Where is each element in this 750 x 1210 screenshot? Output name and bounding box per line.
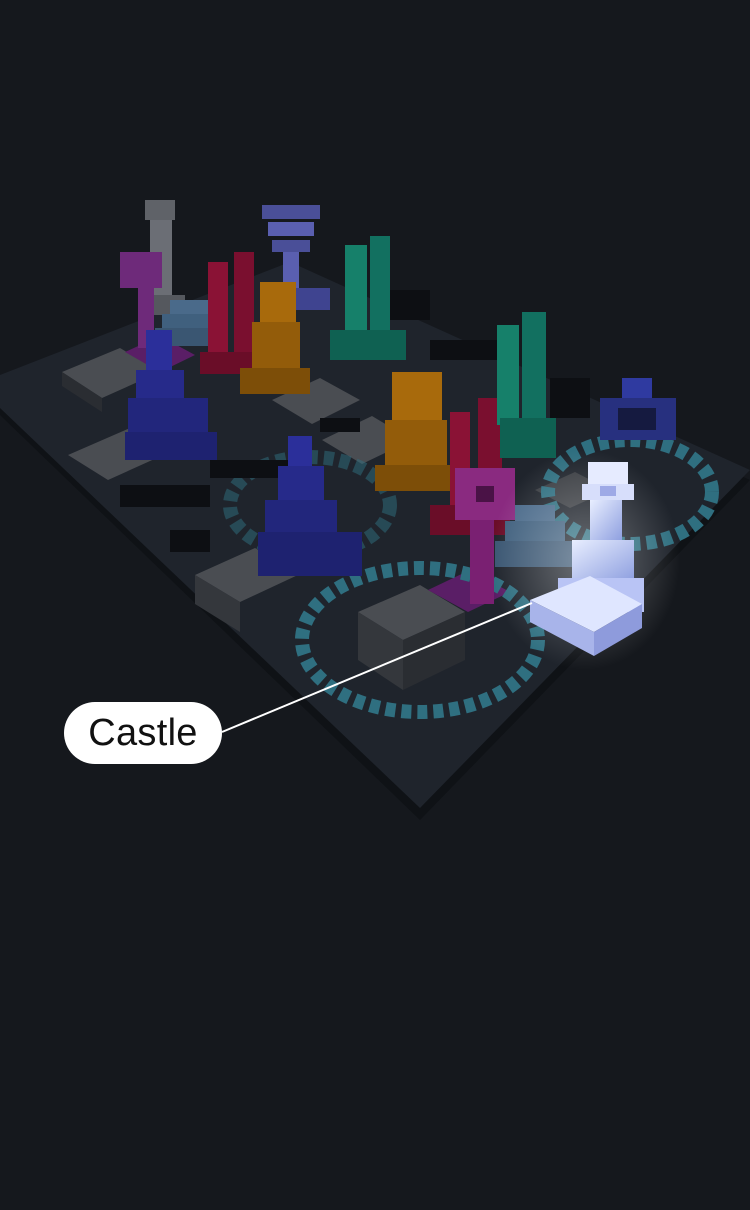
block — [120, 485, 210, 507]
block — [170, 530, 210, 552]
castle-piece[interactable] — [490, 450, 680, 670]
block — [320, 418, 360, 432]
game-board-scene — [0, 200, 750, 820]
indigo-lantern-piece — [600, 378, 676, 440]
callout-label-castle[interactable]: Castle — [64, 702, 222, 764]
block — [550, 378, 590, 418]
block — [390, 290, 430, 320]
block — [430, 340, 500, 360]
